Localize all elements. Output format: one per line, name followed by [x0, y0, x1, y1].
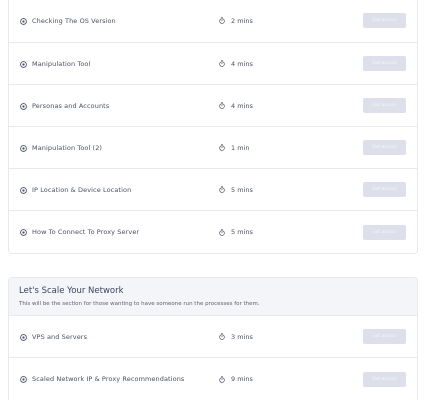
timer-icon: [219, 375, 225, 383]
lesson-title: Manipulation Tool (2): [32, 143, 103, 152]
timer-icon: [219, 144, 225, 151]
section-header: Let's Scale Your Network This will be th…: [9, 278, 417, 316]
get-access-button[interactable]: Get access: [363, 224, 406, 240]
lesson-title: Checking The OS Version: [32, 16, 116, 25]
lesson-duration: 5 mins: [231, 185, 253, 194]
lesson-duration: 4 mins: [231, 101, 253, 110]
section-card: Let's Scale Your Network This will be th…: [8, 277, 418, 400]
lesson-row[interactable]: Manipulation Tool (2) 1 min Get access: [9, 127, 417, 169]
timer-icon: [219, 17, 225, 24]
lesson-row[interactable]: Checking The OS Version 2 mins Get acces…: [9, 0, 417, 43]
play-circle-icon: [20, 229, 27, 236]
lesson-list-card: Checking The OS Version 2 mins Get acces…: [8, 0, 418, 254]
lesson-title: VPS and Servers: [32, 332, 88, 341]
lesson-duration: 9 mins: [231, 375, 253, 383]
play-circle-icon: [20, 186, 27, 194]
play-circle-icon: [20, 102, 27, 110]
lesson-duration: 5 mins: [231, 228, 253, 236]
timer-icon: [219, 186, 225, 193]
play-circle-icon: [20, 17, 27, 25]
section-title: Let's Scale Your Network: [19, 286, 124, 296]
lesson-duration: 3 mins: [231, 332, 253, 341]
get-access-button[interactable]: Get access: [363, 13, 406, 28]
section-description: This will be the section for those wanti…: [19, 301, 260, 307]
lesson-duration: 2 mins: [231, 16, 253, 25]
lesson-duration: 4 mins: [231, 59, 253, 68]
timer-icon: [219, 333, 225, 340]
play-circle-icon: [20, 333, 27, 341]
get-access-button[interactable]: Get access: [363, 140, 406, 155]
get-access-button[interactable]: Get access: [363, 371, 406, 387]
lesson-row[interactable]: VPS and Servers 3 mins Get access: [9, 316, 417, 358]
lesson-title: IP Location & Device Location: [32, 185, 132, 194]
play-circle-icon: [20, 144, 27, 152]
lesson-row[interactable]: IP Location & Device Location 5 mins Get…: [9, 169, 417, 211]
timer-icon: [219, 102, 225, 109]
timer-icon: [219, 228, 225, 236]
lesson-title: Personas and Accounts: [32, 101, 110, 110]
play-circle-icon: [20, 376, 27, 383]
lesson-row[interactable]: Personas and Accounts 4 mins Get access: [9, 85, 417, 127]
lesson-row[interactable]: How To Connect To Proxy Server 5 mins Ge…: [9, 211, 417, 253]
lesson-duration: 1 min: [231, 143, 250, 152]
get-access-button[interactable]: Get access: [363, 98, 406, 113]
lesson-title: How To Connect To Proxy Server: [32, 228, 140, 236]
play-circle-icon: [20, 60, 27, 68]
lesson-title: Scaled Network IP & Proxy Recommendation…: [32, 375, 185, 383]
lesson-title: Manipulation Tool: [32, 59, 91, 68]
lesson-row[interactable]: Manipulation Tool 4 mins Get access: [9, 43, 417, 85]
timer-icon: [219, 60, 225, 67]
get-access-button[interactable]: Get access: [363, 329, 406, 344]
get-access-button[interactable]: Get access: [363, 56, 406, 71]
get-access-button[interactable]: Get access: [363, 182, 406, 197]
lesson-row[interactable]: Scaled Network IP & Proxy Recommendation…: [9, 358, 417, 400]
